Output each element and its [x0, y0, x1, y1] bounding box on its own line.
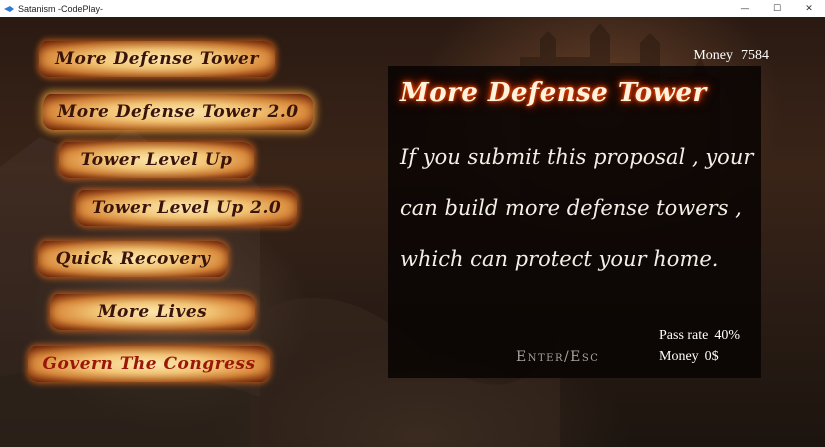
- money-value: 7584: [741, 48, 769, 63]
- proposal-cost-value: 0$: [704, 349, 719, 364]
- window-title: Satanism -CodePlay-: [18, 3, 104, 14]
- menu-item-tower-level-up-2[interactable]: Tower Level Up 2.0: [76, 190, 297, 226]
- minimize-button[interactable]: —: [729, 0, 761, 17]
- proposal-panel: More Defense Tower If you submit this pr…: [388, 66, 761, 378]
- money-counter: Money 7584: [693, 48, 769, 64]
- proposal-description: If you submit this proposal , your can b…: [400, 145, 754, 271]
- money-label: Money: [693, 48, 733, 63]
- menu-item-tower-level-up[interactable]: Tower Level Up: [59, 142, 254, 178]
- menu-item-quick-recovery[interactable]: Quick Recovery: [38, 241, 228, 277]
- proposal-cost-label: Money: [659, 349, 699, 364]
- pass-rate: Pass rate 40%: [659, 328, 740, 344]
- proposal-title: More Defense Tower: [400, 78, 707, 108]
- window-title-bar: Satanism -CodePlay- — ☐ ✕: [0, 0, 825, 18]
- menu-item-more-lives[interactable]: More Lives: [50, 294, 255, 330]
- enter-esc-prompt[interactable]: Enter/Esc: [516, 349, 599, 365]
- menu-item-govern-the-congress[interactable]: Govern The Congress: [28, 346, 270, 382]
- close-button[interactable]: ✕: [793, 0, 825, 17]
- menu-item-more-defense-tower-2[interactable]: More Defense Tower 2.0: [43, 94, 313, 130]
- pass-rate-label: Pass rate: [659, 328, 709, 343]
- app-icon: [4, 4, 14, 14]
- proposal-cost: Money 0$: [659, 349, 719, 365]
- game-screen: Money 7584 More Defense Tower More Defens…: [0, 17, 825, 447]
- pass-rate-value: 40%: [714, 328, 741, 343]
- maximize-button[interactable]: ☐: [761, 0, 793, 17]
- menu-item-more-defense-tower[interactable]: More Defense Tower: [39, 41, 275, 77]
